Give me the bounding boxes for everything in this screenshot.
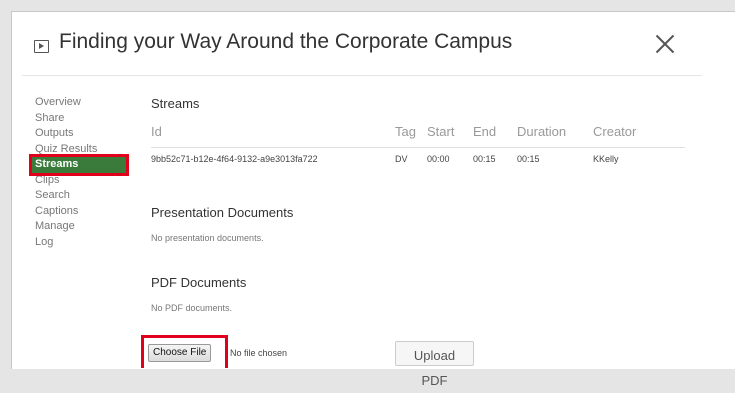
nav-item-streams[interactable]: Streams (29, 154, 129, 176)
stream-id-cell: 9bb52c71-b12e-4f64-9132-a9e3013fa722 (151, 154, 318, 164)
nav-item-quiz-results[interactable]: Quiz Results (35, 142, 126, 158)
stream-duration-cell: 00:15 (517, 154, 540, 164)
nav-item-captions[interactable]: Captions (35, 204, 126, 220)
column-header-id: Id (151, 124, 162, 139)
stream-end-cell: 00:15 (473, 154, 496, 164)
nav-item-log[interactable]: Log (35, 235, 126, 251)
dialog-title: Finding your Way Around the Corporate Ca… (59, 30, 513, 53)
no-file-text: No file chosen (230, 348, 288, 358)
choose-file-button[interactable]: Choose File (148, 344, 212, 362)
nav-item-search[interactable]: Search (35, 188, 126, 204)
nav-item-overview[interactable]: Overview (35, 95, 126, 111)
stream-start-cell: 00:00 (427, 154, 450, 164)
streams-heading: Streams (151, 96, 200, 111)
presentation-heading: Presentation Documents (151, 205, 294, 220)
nav-item-manage[interactable]: Manage (35, 219, 126, 235)
column-header-duration: Duration (517, 124, 567, 139)
nav-item-clips[interactable]: Clips (35, 173, 126, 189)
stream-creator-cell: KKelly (593, 154, 619, 164)
upload-pdf-button[interactable]: Upload PDF (395, 341, 474, 388)
column-header-start: Start (427, 124, 455, 139)
column-header-creator: Creator (593, 124, 637, 139)
play-icon (34, 40, 49, 53)
nav-item-outputs[interactable]: Outputs (35, 126, 126, 142)
presentation-empty-text: No presentation documents. (151, 233, 264, 243)
side-nav: Overview Share Outputs Quiz Results Stre… (29, 95, 129, 251)
nav-item-share[interactable]: Share (35, 111, 126, 127)
pdf-heading: PDF Documents (151, 275, 247, 290)
pdf-empty-text: No PDF documents. (151, 303, 233, 313)
header-divider (22, 75, 702, 76)
column-header-tag: Tag (395, 124, 416, 139)
stream-tag-cell: DV (395, 154, 408, 164)
column-header-end: End (473, 124, 497, 139)
table-divider (151, 147, 685, 148)
close-icon[interactable] (654, 33, 676, 55)
